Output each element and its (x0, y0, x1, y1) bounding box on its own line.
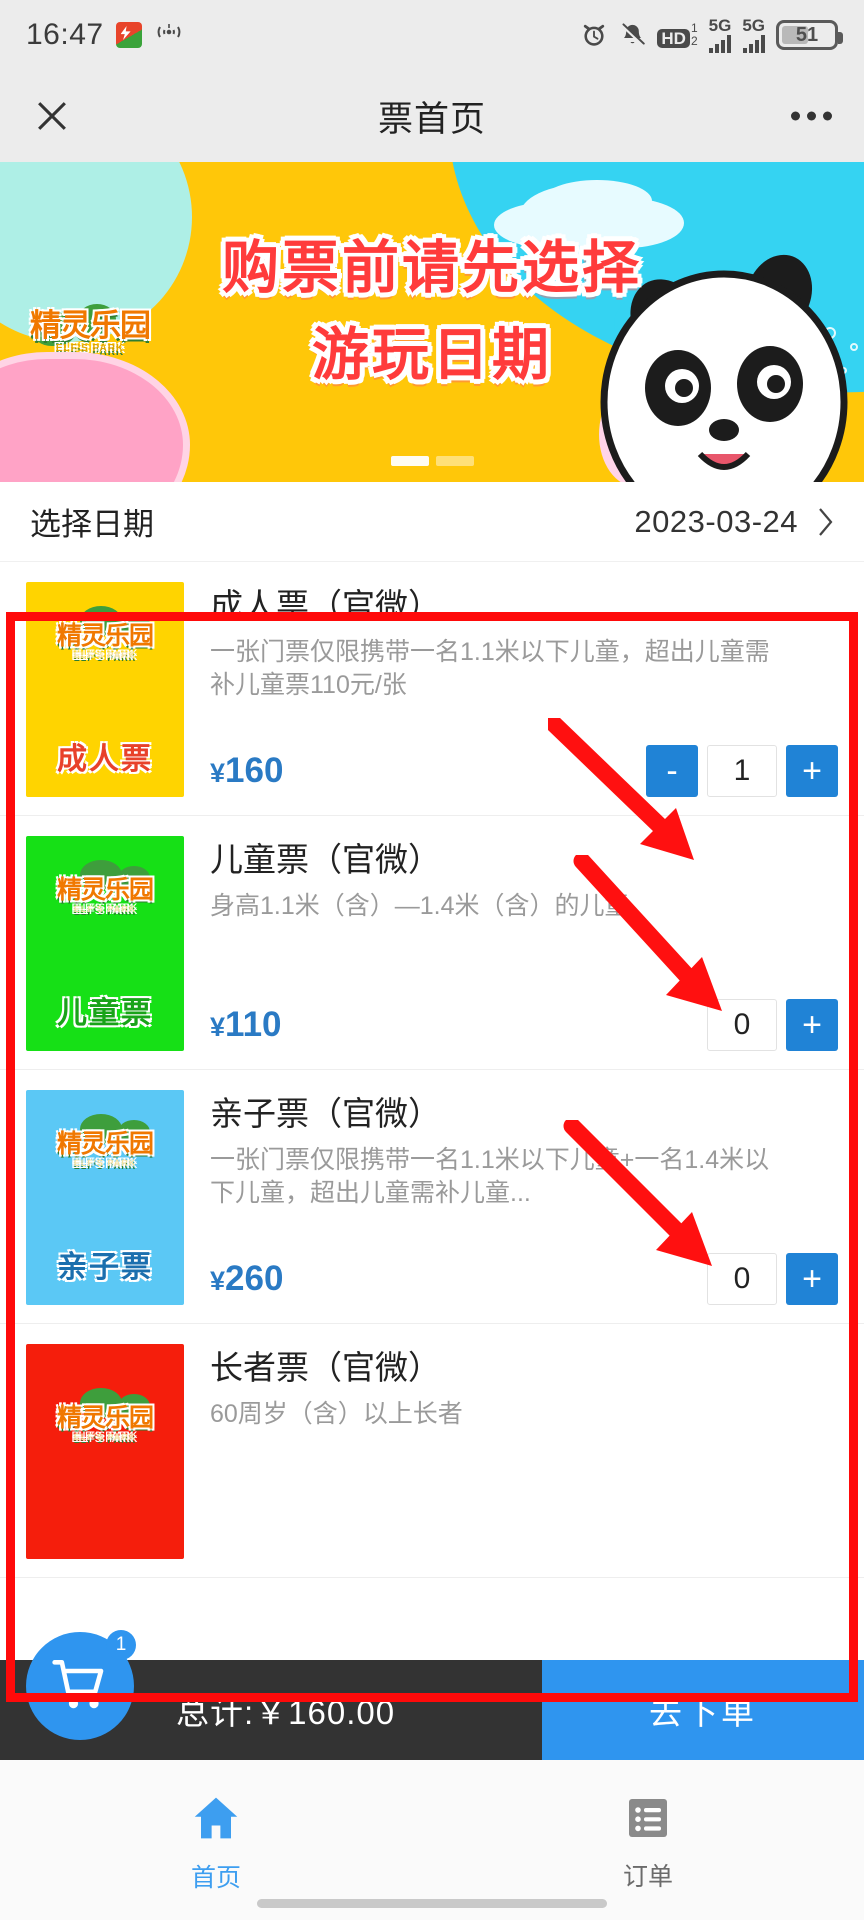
quantity-increase-button[interactable]: + (786, 1253, 838, 1305)
home-indicator (257, 1899, 607, 1908)
ticket-footer: ¥160 - 1 + (210, 745, 838, 797)
ticket-price: ¥160 (210, 751, 284, 790)
ticket-thumbnail: 精灵乐园 ELF'S PARK 成人票 (26, 582, 184, 797)
banner-carousel-dots[interactable] (0, 456, 864, 466)
quantity-increase-button[interactable]: + (786, 745, 838, 797)
page-title: 票首页 (377, 99, 486, 139)
status-bar-left: 16:47 (26, 18, 184, 52)
banner-headline-line2: 游玩日期 (312, 322, 552, 387)
date-selector-row[interactable]: 选择日期 2023-03-24 (0, 482, 864, 562)
cart-badge-count: 1 (106, 1630, 136, 1660)
close-icon[interactable] (30, 94, 74, 138)
ticket-item[interactable]: 精灵乐园 ELF'S PARK 成人票 成人票（官微） 一张门票仅限携带一名1.1… (0, 562, 864, 816)
bell-muted-icon (619, 21, 646, 49)
thumbnail-logo: 精灵乐园 ELF'S PARK (56, 1404, 154, 1442)
page-header: 票首页 (0, 70, 864, 162)
thumbnail-logo: 精灵乐园 ELF'S PARK (56, 622, 154, 660)
ticket-description: 60周岁（含）以上长者 (210, 1399, 463, 1428)
ticket-thumbnail: 精灵乐园 ELF'S PARK 亲子票 (26, 1090, 184, 1305)
ticket-name: 成人票（官微） (210, 587, 441, 624)
ticket-thumbnail: 精灵乐园 ELF'S PARK 儿童票 (26, 836, 184, 1051)
ticket-footer: ¥260 0 + (210, 1253, 838, 1305)
thumbnail-ticket-name: 成人票 (57, 743, 153, 776)
ticket-name: 儿童票（官微） (210, 841, 441, 878)
ticket-info: 亲子票（官微） 一张门票仅限携带一名1.1米以下儿童+一名1.4米以下儿童，超出… (184, 1090, 838, 1305)
signal-icon-sim2: 5G (742, 17, 765, 53)
thumbnail-logo: 精灵乐园 ELF'S PARK (56, 876, 154, 914)
quantity-value[interactable]: 0 (707, 1253, 777, 1305)
shopping-cart-icon (52, 1660, 104, 1709)
tab-orders[interactable]: 订单 (432, 1760, 864, 1920)
quantity-decrease-button[interactable]: - (646, 745, 698, 797)
carousel-dot-1[interactable] (390, 456, 429, 466)
ticket-name: 亲子票（官微） (210, 1095, 441, 1132)
quantity-value[interactable]: 1 (707, 745, 777, 797)
home-icon (189, 1793, 243, 1848)
more-options-icon[interactable] (791, 111, 832, 121)
tab-orders-label: 订单 (622, 1862, 673, 1891)
ticket-item[interactable]: 精灵乐园 ELF'S PARK 儿童票 儿童票（官微） 身高1.1米（含）—1.4… (0, 816, 864, 1070)
ticket-info: 儿童票（官微） 身高1.1米（含）—1.4米（含）的儿童 ¥110 0 + (184, 836, 838, 1051)
thumbnail-ticket-name: 儿童票 (57, 997, 153, 1030)
alarm-clock-icon (580, 21, 608, 49)
ticket-item[interactable]: 精灵乐园 ELF'S PARK 长者票（官微） 60周岁（含）以上长者 (0, 1324, 864, 1578)
tab-home[interactable]: 首页 (0, 1760, 432, 1920)
thumbnail-logo: 精灵乐园 ELF'S PARK (56, 1130, 154, 1168)
ticket-footer: ¥110 0 + (210, 999, 838, 1051)
place-order-button[interactable]: 去下单 (542, 1660, 864, 1760)
status-bar: 16:47 HD 1 2 5G 5G 51 (0, 0, 864, 70)
banner-headline-line1: 购票前请先选择 (222, 236, 642, 300)
banner-headline: 购票前请先选择 游玩日期 (0, 232, 864, 392)
status-bar-right: HD 1 2 5G 5G 51 (580, 17, 843, 53)
ticket-thumbnail: 精灵乐园 ELF'S PARK (26, 1344, 184, 1559)
app-root: 16:47 HD 1 2 5G 5G 51 票首页 精灵乐园 ELF'S PAR… (0, 0, 864, 1920)
cart-summary-bar: 1 总计:￥160.00 去下单 (0, 1630, 864, 1760)
battery-icon: 51 (776, 20, 843, 50)
quantity-stepper[interactable]: 0 + (707, 1253, 838, 1305)
quantity-value[interactable]: 0 (707, 999, 777, 1051)
quantity-stepper[interactable]: - 1 + (646, 745, 838, 797)
date-selector-label: 选择日期 (30, 507, 154, 542)
cart-total-text: 总计:￥160.00 (176, 1694, 396, 1731)
ticket-description: 一张门票仅限携带一名1.1米以下儿童，超出儿童需补儿童票110元/张 (210, 637, 770, 699)
ticket-info: 长者票（官微） 60周岁（含）以上长者 (184, 1344, 838, 1559)
bottom-tab-bar: 首页 订单 (0, 1760, 864, 1920)
quantity-stepper[interactable]: 0 + (707, 999, 838, 1051)
selected-date-value: 2023-03-24 (634, 503, 798, 539)
ticket-description: 身高1.1米（含）—1.4米（含）的儿童 (210, 891, 630, 920)
wps-icon (115, 22, 142, 48)
status-time: 16:47 (26, 18, 104, 51)
ticket-name: 长者票（官微） (210, 1349, 441, 1386)
ticket-price: ¥260 (210, 1259, 284, 1298)
ticket-list: 精灵乐园 ELF'S PARK 成人票 成人票（官微） 一张门票仅限携带一名1.1… (0, 562, 864, 1578)
ticket-description: 一张门票仅限携带一名1.1米以下儿童+一名1.4米以下儿童，超出儿童需补儿童..… (210, 1145, 770, 1207)
ticket-item[interactable]: 精灵乐园 ELF'S PARK 亲子票 亲子票（官微） 一张门票仅限携带一名1.1… (0, 1070, 864, 1324)
chevron-right-icon[interactable] (818, 507, 834, 537)
carousel-dot-2[interactable] (435, 456, 474, 466)
screencast-icon (154, 19, 184, 51)
order-list-icon (624, 1794, 672, 1847)
cart-button[interactable]: 1 (26, 1630, 136, 1740)
promo-banner[interactable]: 精灵乐园 ELF'S PARK 购票前请先选择 游玩日期 (0, 162, 864, 482)
quantity-increase-button[interactable]: + (786, 999, 838, 1051)
thumbnail-ticket-name: 亲子票 (57, 1251, 153, 1284)
date-selector-value-group[interactable]: 2023-03-24 (634, 504, 834, 540)
hd-volte-icon: HD 1 2 (657, 22, 698, 48)
ticket-info: 成人票（官微） 一张门票仅限携带一名1.1米以下儿童，超出儿童需补儿童票110元… (184, 582, 838, 797)
tab-home-label: 首页 (190, 1863, 241, 1892)
signal-icon-sim1: 5G (709, 17, 731, 53)
ticket-price: ¥110 (210, 1005, 282, 1044)
